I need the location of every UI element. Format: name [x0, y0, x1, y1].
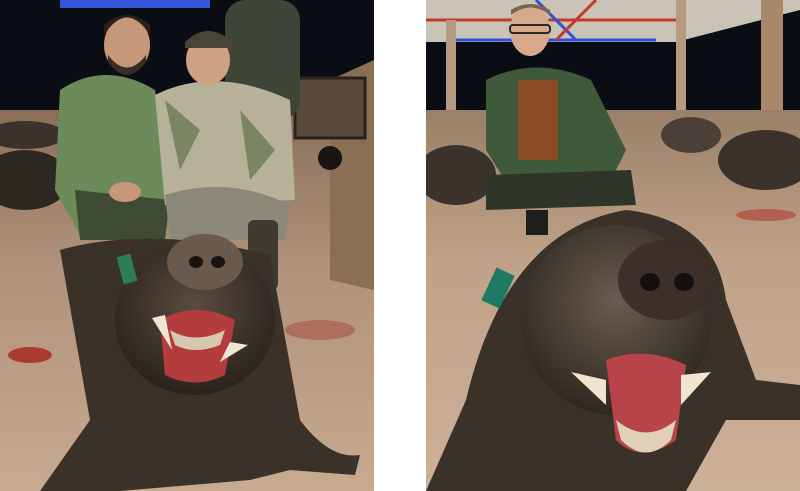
photo-left-scene	[0, 0, 374, 491]
gutter	[374, 0, 426, 491]
cart-wheel	[318, 146, 342, 170]
pillar	[676, 0, 686, 120]
background-boar	[661, 117, 721, 153]
photo-left	[0, 0, 374, 491]
blood-stain	[736, 209, 796, 221]
cart	[293, 76, 367, 140]
blood-stain	[285, 320, 355, 340]
photo-right	[426, 0, 800, 491]
roof-beam	[60, 0, 210, 8]
blood-stain	[8, 347, 52, 363]
photo-right-scene	[426, 0, 800, 491]
